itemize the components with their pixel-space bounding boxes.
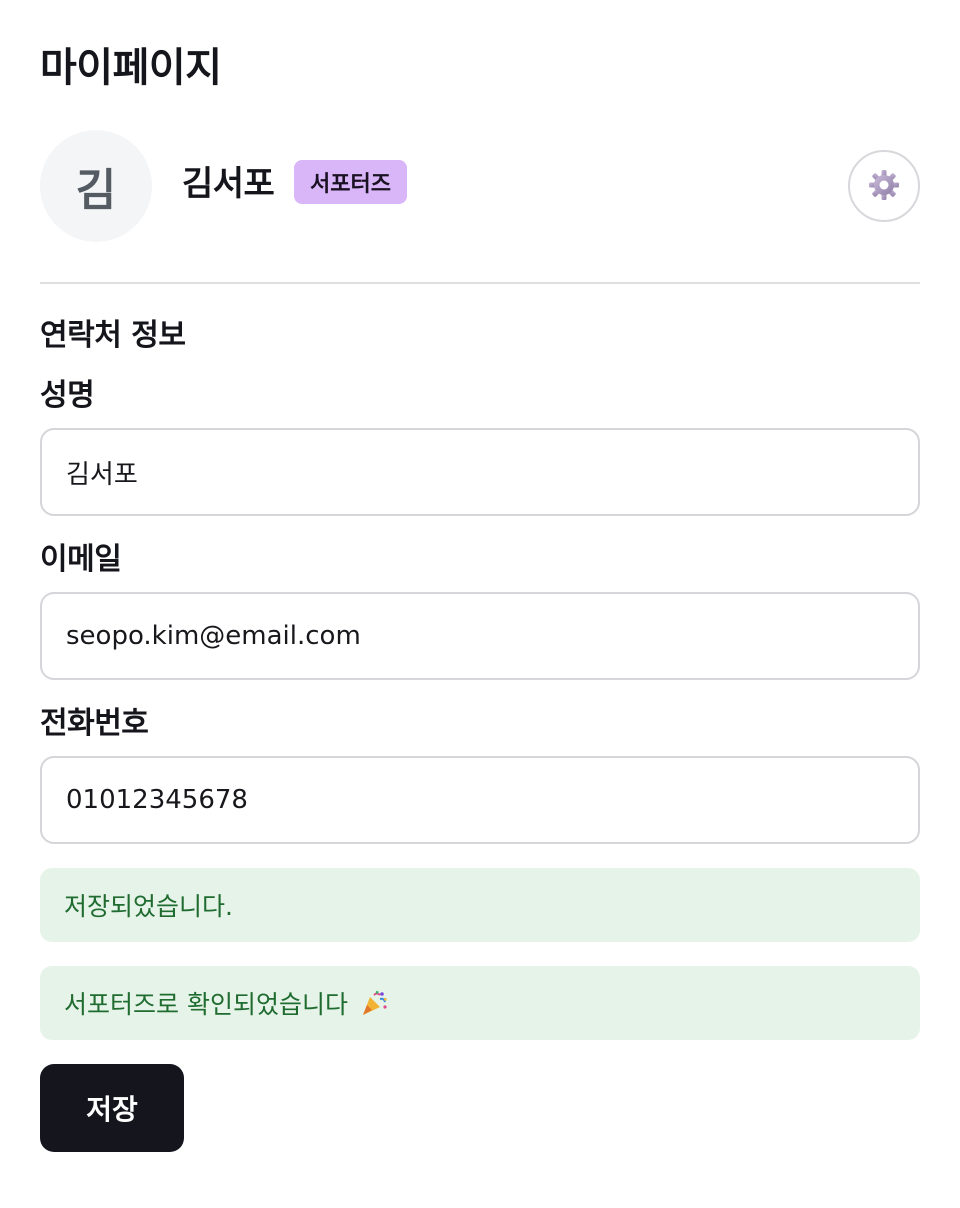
- saved-notice-text: 저장되었습니다.: [64, 892, 233, 921]
- party-popper-icon: [360, 989, 388, 1017]
- settings-button[interactable]: [848, 150, 920, 222]
- section-title-contact: 연락처 정보: [40, 318, 186, 353]
- page-title: 마이페이지: [40, 45, 222, 91]
- my-page: 마이페이지 김 김서포 서포터즈 연락처 정보 성명 김서포 이메일 seopo…: [0, 0, 960, 1208]
- profile-name: 김서포: [182, 164, 275, 204]
- email-label: 이메일: [40, 542, 122, 577]
- save-button[interactable]: 저장: [40, 1064, 184, 1152]
- name-field[interactable]: [40, 428, 920, 516]
- email-field[interactable]: [40, 592, 920, 680]
- supporter-notice: 서포터즈로 확인되었습니다: [40, 966, 920, 1040]
- saved-notice: 저장되었습니다.: [40, 868, 920, 942]
- avatar: 김: [40, 130, 152, 242]
- phone-field[interactable]: [40, 756, 920, 844]
- supporter-notice-text: 서포터즈로 확인되었습니다: [64, 990, 348, 1019]
- phone-label: 전화번호: [40, 706, 149, 741]
- gear-icon: [867, 168, 901, 205]
- name-label: 성명: [40, 378, 95, 413]
- profile-divider: [40, 282, 920, 284]
- role-badge: 서포터즈: [294, 160, 407, 204]
- profile-header: 김 김서포 서포터즈: [40, 130, 920, 242]
